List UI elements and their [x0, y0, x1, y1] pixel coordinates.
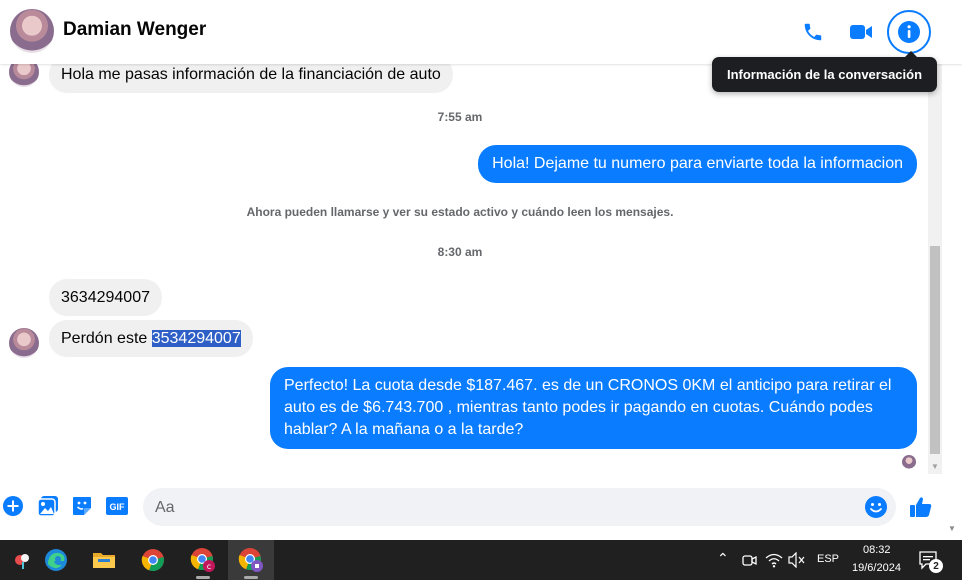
taskbar-chrome-profile[interactable]: c	[180, 540, 226, 580]
incoming-message[interactable]: Hola me pasas información de la financia…	[49, 64, 453, 93]
emoji-icon[interactable]	[864, 495, 888, 519]
incoming-message[interactable]: Perdón este 3534294007	[49, 320, 253, 357]
photo-gallery-icon	[37, 496, 58, 517]
thumbs-up-icon	[910, 497, 932, 517]
video-camera-icon	[850, 25, 872, 39]
selected-text[interactable]: 3534294007	[151, 330, 241, 347]
like-button[interactable]	[908, 494, 934, 520]
windows-taskbar: c ⌃ ESP 08:32 19/6/2024 2	[0, 540, 962, 580]
video-call-button[interactable]	[839, 10, 883, 54]
input-language[interactable]: ESP	[817, 553, 839, 565]
chrome-icon	[141, 549, 164, 572]
attach-media-button[interactable]	[35, 493, 61, 519]
contact-avatar[interactable]	[10, 9, 54, 53]
taskbar-chrome-profile-active[interactable]	[228, 540, 274, 580]
scroll-down-arrow-icon[interactable]: ▼	[948, 524, 956, 533]
more-actions-button[interactable]	[0, 493, 26, 519]
taskbar-chrome[interactable]	[130, 540, 176, 580]
chat-scrollbar[interactable]: ▲ ▼	[928, 64, 942, 474]
clock-time[interactable]: 08:32	[863, 544, 891, 556]
sticker-icon	[73, 497, 91, 515]
incoming-message[interactable]: 3634294007	[49, 279, 162, 316]
meet-now-icon[interactable]	[741, 552, 757, 568]
seen-indicator-avatar	[902, 455, 916, 469]
scroll-thumb[interactable]	[930, 246, 940, 454]
show-hidden-icons-chevron-icon[interactable]: ⌃	[717, 550, 729, 567]
sticker-button[interactable]	[69, 493, 95, 519]
taskbar-file-explorer[interactable]	[81, 540, 127, 580]
conversation-info-button[interactable]	[887, 10, 931, 54]
taskbar-edge[interactable]	[33, 540, 79, 580]
message-input-placeholder: Aa	[155, 499, 175, 516]
system-notice: Ahora pueden llamarse y ver su estado ac…	[246, 205, 674, 219]
message-input[interactable]: Aa	[143, 488, 896, 526]
message-text: Perdón este	[61, 330, 152, 347]
gif-button[interactable]: GIF	[104, 493, 130, 519]
svg-text:GIF: GIF	[110, 502, 126, 512]
clock-date[interactable]: 19/6/2024	[852, 562, 901, 574]
edge-icon	[45, 549, 67, 571]
timestamp: 8:30 am	[437, 245, 483, 259]
message-composer: GIF Aa	[0, 476, 962, 540]
plus-circle-icon	[3, 496, 23, 516]
wifi-icon[interactable]	[765, 552, 783, 568]
svg-text:c: c	[207, 562, 211, 571]
scroll-down-arrow-icon[interactable]: ▼	[928, 459, 942, 473]
audio-call-button[interactable]	[791, 10, 835, 54]
outgoing-message[interactable]: Perfecto! La cuota desde $187.467. es de…	[270, 367, 917, 449]
gif-icon: GIF	[106, 497, 128, 515]
folder-icon	[93, 553, 115, 568]
contact-small-avatar	[9, 64, 39, 87]
outgoing-message[interactable]: Hola! Dejame tu numero para enviarte tod…	[478, 145, 917, 183]
info-tooltip: Información de la conversación	[712, 51, 937, 92]
volume-muted-icon[interactable]	[788, 552, 806, 568]
contact-name[interactable]: Damian Wenger	[63, 19, 206, 41]
phone-icon	[804, 23, 822, 41]
message-list[interactable]: Hola me pasas información de la financia…	[0, 64, 928, 474]
chrome-profile-icon	[238, 548, 263, 572]
info-icon	[898, 21, 920, 43]
timestamp: 7:55 am	[437, 110, 483, 124]
chrome-profile-icon: c	[190, 548, 215, 572]
notification-count-badge: 2	[929, 559, 943, 573]
conversation-header: Damian Wenger	[0, 0, 962, 64]
start-icon	[15, 554, 29, 569]
contact-small-avatar	[9, 328, 39, 358]
